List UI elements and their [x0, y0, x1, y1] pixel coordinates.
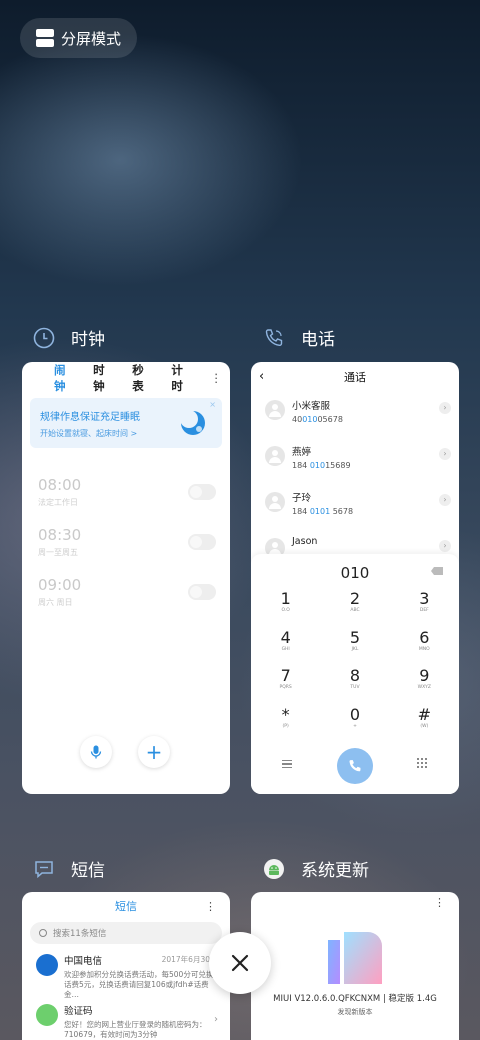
- app-title-update: 系统更新: [301, 861, 369, 881]
- avatar-icon: [265, 492, 285, 512]
- dial-key-star[interactable]: * (P): [251, 705, 320, 745]
- split-screen-icon: [36, 29, 54, 47]
- message-item[interactable]: 中国电信 2017年6月30 欢迎参加积分兑换话费活动，每500分可兑换话费5元…: [22, 944, 230, 999]
- sms-search-input[interactable]: 搜索11条短信: [30, 922, 222, 944]
- app-title-phone: 电话: [301, 330, 335, 350]
- sms-topbar: 短信 ⋮: [22, 892, 230, 922]
- sms-screen-title: 短信: [115, 900, 137, 913]
- contact-name: 小米客服: [292, 401, 331, 412]
- verification-icon: [36, 1004, 58, 1026]
- alarm-item[interactable]: 09:00 周六 周日: [22, 576, 230, 626]
- dialpad-toggle-icon[interactable]: [417, 758, 427, 768]
- dial-key-5[interactable]: 5 JKL: [320, 628, 389, 668]
- app-card-clock[interactable]: 闹钟 时钟 秒表 计时 ⋮ 规律作息保证充足睡眠 开始设置就寝、起床时间 > ×…: [22, 362, 230, 794]
- call-button[interactable]: [337, 748, 373, 784]
- close-icon: [231, 954, 249, 972]
- phone-screen-title: 通话: [344, 371, 366, 384]
- sleep-banner[interactable]: 规律作息保证充足睡眠 开始设置就寝、起床时间 > ×: [30, 398, 222, 448]
- dial-key-6[interactable]: 6 MNO: [390, 628, 459, 668]
- search-placeholder: 搜索11条短信: [53, 929, 107, 939]
- app-title-clock: 时钟: [71, 330, 105, 350]
- contact-name: 燕婷: [292, 447, 312, 458]
- message-item[interactable]: 验证码 您好！您的网上营业厅登录的随机密码为：710679，有效时间为3分钟 ›: [22, 994, 230, 1040]
- app-header-clock: 时钟: [33, 325, 105, 350]
- moon-icon: [180, 410, 205, 435]
- message-sender: 验证码: [64, 1006, 93, 1017]
- contact-row[interactable]: 子玲 184 0101 5678 ›: [251, 484, 459, 530]
- more-icon[interactable]: ⋮: [434, 896, 445, 909]
- dial-key-3[interactable]: 3 DEF: [390, 590, 459, 629]
- contact-number: 4001005678: [292, 415, 343, 424]
- contact-number: 184 01015689: [292, 461, 351, 470]
- dial-key-1[interactable]: 1 O.O: [251, 590, 320, 629]
- china-telecom-logo-icon: [36, 954, 58, 976]
- dial-key-8[interactable]: 8 TUV: [320, 667, 389, 706]
- alarm-toggle[interactable]: [188, 584, 216, 600]
- miui-12-logo: [328, 932, 382, 984]
- dialed-number: 010: [340, 564, 370, 582]
- contact-number: 184 0101 5678: [292, 507, 354, 516]
- alarm-toggle[interactable]: [188, 484, 216, 500]
- app-card-sms[interactable]: 短信 ⋮ 搜索11条短信 中国电信 2017年6月30 欢迎参加积分兑换话费活动…: [22, 892, 230, 1040]
- back-icon[interactable]: ‹: [259, 369, 264, 384]
- alarm-item[interactable]: 08:00 法定工作日: [22, 476, 230, 526]
- contact-name: Jason: [292, 536, 318, 547]
- tab-alarm[interactable]: 闹钟: [54, 362, 76, 394]
- detail-arrow-icon[interactable]: ›: [439, 540, 451, 552]
- dial-key-hash[interactable]: # (W): [390, 705, 459, 745]
- app-title-sms: 短信: [71, 861, 105, 881]
- message-icon: [33, 858, 55, 880]
- android-update-icon: [263, 858, 285, 880]
- avatar-icon: [265, 400, 285, 420]
- app-header-phone: 电话: [263, 325, 335, 350]
- update-subtitle: 发现新版本: [337, 1008, 373, 1016]
- tab-stopwatch[interactable]: 秒表: [132, 362, 154, 394]
- split-screen-button[interactable]: 分屏模式: [20, 18, 137, 58]
- split-screen-label: 分屏模式: [61, 29, 122, 48]
- voice-button[interactable]: [80, 736, 112, 768]
- clock-tabs: 闹钟 时钟 秒表 计时 ⋮: [22, 362, 230, 394]
- clock-icon: [33, 327, 55, 349]
- call-icon: [349, 760, 361, 772]
- chevron-right-icon: ›: [214, 1014, 218, 1025]
- contact-name: 子玲: [292, 493, 312, 504]
- dial-key-9[interactable]: 9 WXYZ: [390, 667, 459, 706]
- contact-row[interactable]: 燕婷 184 01015689 ›: [251, 438, 459, 484]
- contact-row[interactable]: 小米客服 4001005678 ›: [251, 392, 459, 438]
- add-alarm-button[interactable]: +: [138, 736, 170, 768]
- menu-icon[interactable]: [282, 760, 292, 768]
- alarm-item[interactable]: 08:30 周一至周五: [22, 526, 230, 576]
- microphone-icon: [90, 745, 102, 759]
- app-header-sms: 短信: [33, 856, 105, 881]
- dial-key-2[interactable]: 2 ABC: [320, 590, 389, 629]
- tab-timer[interactable]: 计时: [171, 362, 193, 394]
- close-all-button[interactable]: [209, 932, 271, 994]
- more-icon[interactable]: ⋮: [205, 892, 216, 922]
- phone-topbar: ‹ 通话: [251, 362, 459, 392]
- banner-close-icon[interactable]: ×: [209, 400, 216, 409]
- message-body: 您好！您的网上营业厅登录的随机密码为：710679，有效时间为3分钟: [64, 1020, 207, 1039]
- dialpad: 010 1 O.O 2 ABC 3 DEF 4 GHI 5 JKL 6 MNO 7 PQRS …: [251, 554, 459, 794]
- detail-arrow-icon[interactable]: ›: [439, 494, 451, 506]
- app-card-phone[interactable]: ‹ 通话 小米客服 4001005678 › 燕婷 184 01015689 ›…: [251, 362, 459, 794]
- detail-arrow-icon[interactable]: ›: [439, 402, 451, 414]
- plus-icon: +: [145, 740, 163, 764]
- alarm-toggle[interactable]: [188, 534, 216, 550]
- app-header-update: 系统更新: [263, 856, 369, 881]
- app-card-update[interactable]: ⋮ MIUI V12.0.6.0.QFKCNXM | 稳定版 1.4G 发现新版…: [251, 892, 459, 1040]
- detail-arrow-icon[interactable]: ›: [439, 448, 451, 460]
- avatar-icon: [265, 446, 285, 466]
- phone-icon: [263, 327, 285, 349]
- dial-key-0[interactable]: 0 +: [320, 705, 389, 745]
- dial-keys: 1 O.O 2 ABC 3 DEF 4 GHI 5 JKL 6 MNO 7 PQRS 8 TUV…: [251, 590, 459, 744]
- search-icon: [39, 929, 47, 937]
- message-time: 2017年6月30: [161, 955, 210, 964]
- dialpad-actions: [251, 744, 459, 788]
- dial-key-4[interactable]: 4 GHI: [251, 628, 320, 668]
- dial-key-7[interactable]: 7 PQRS: [251, 667, 320, 706]
- update-version: MIUI V12.0.6.0.QFKCNXM | 稳定版 1.4G: [273, 994, 437, 1004]
- tab-clock[interactable]: 时钟: [93, 362, 115, 394]
- more-icon[interactable]: ⋮: [211, 371, 223, 385]
